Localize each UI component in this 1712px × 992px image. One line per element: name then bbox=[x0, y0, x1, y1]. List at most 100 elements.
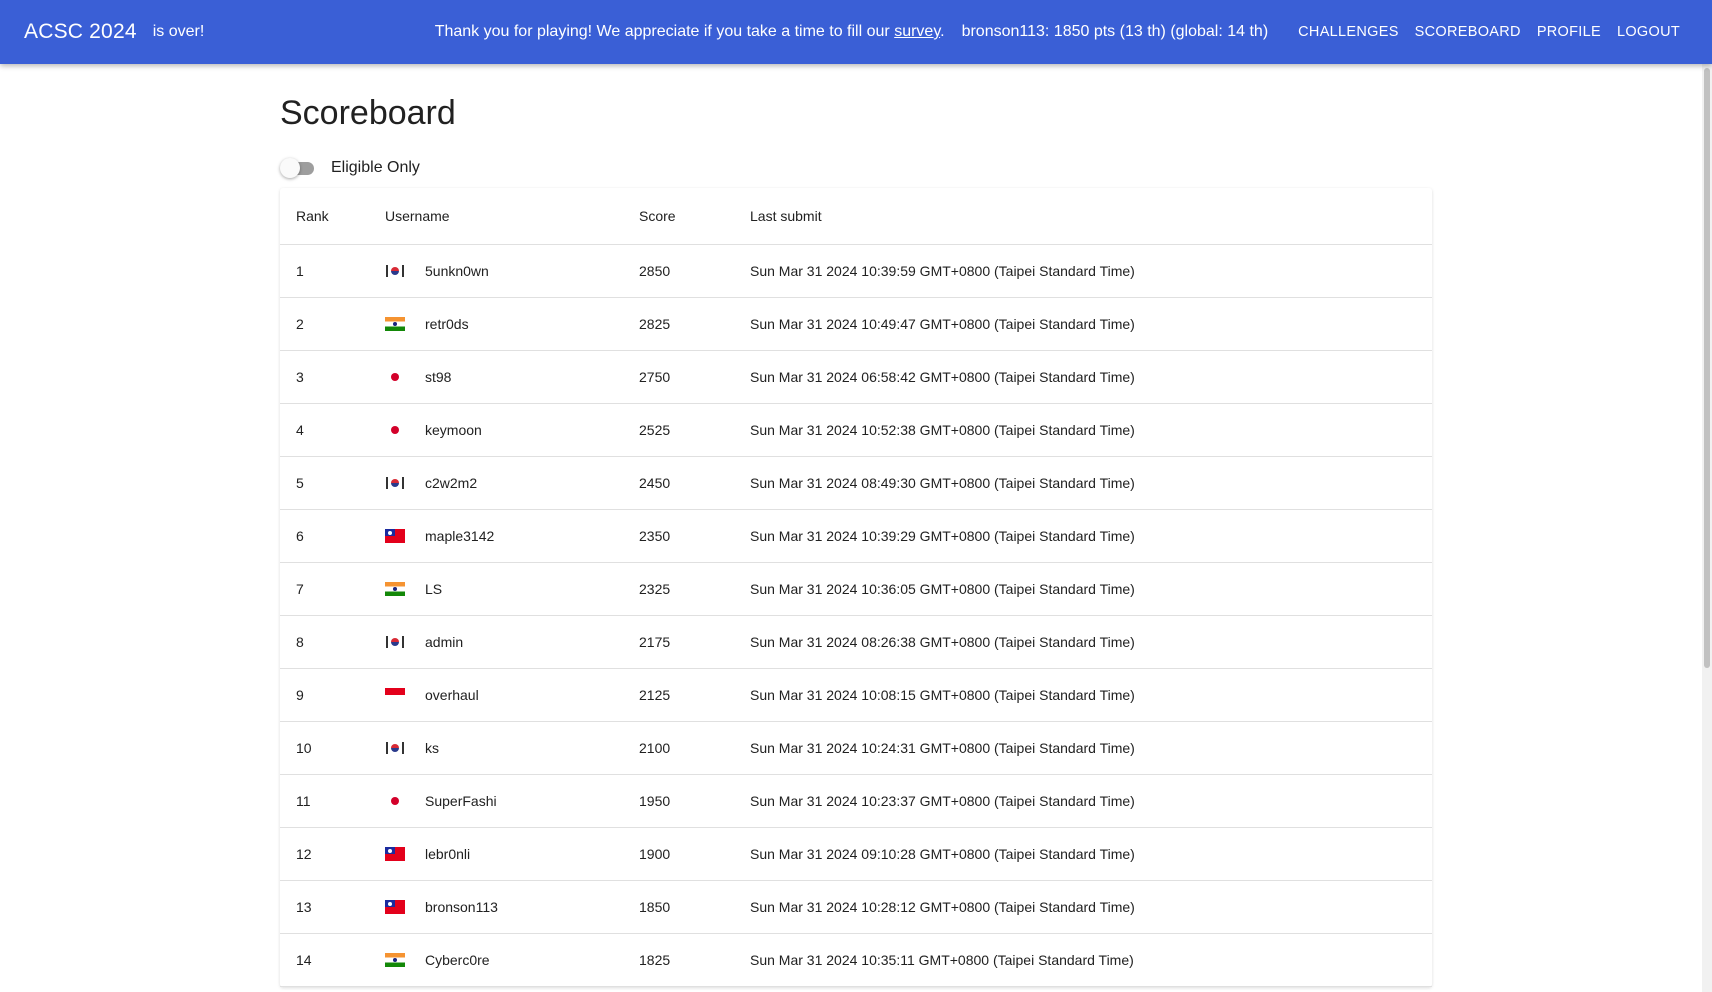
last-submit-cell: Sun Mar 31 2024 08:26:38 GMT+0800 (Taipe… bbox=[750, 634, 1135, 650]
top-nav: CHALLENGES SCOREBOARD PROFILE LOGOUT bbox=[1290, 24, 1688, 40]
nav-profile-button[interactable]: PROFILE bbox=[1529, 24, 1609, 40]
table-row: 2 retr0ds 2825 Sun Mar 31 2024 10:49:47 GMT… bbox=[280, 298, 1432, 351]
last-submit-cell: Sun Mar 31 2024 10:39:29 GMT+0800 (Taipe… bbox=[750, 528, 1135, 544]
flag-tw-icon bbox=[385, 529, 405, 543]
flag-in-icon bbox=[385, 582, 405, 596]
rank-cell: 4 bbox=[296, 422, 304, 438]
score-cell: 1825 bbox=[639, 952, 671, 968]
score-cell: 2525 bbox=[639, 422, 671, 438]
eligible-only-switch[interactable] bbox=[280, 158, 316, 178]
nav-logout-button[interactable]: LOGOUT bbox=[1609, 24, 1688, 40]
flag-in-icon bbox=[385, 953, 405, 967]
last-submit-cell: Sun Mar 31 2024 10:36:05 GMT+0800 (Taipe… bbox=[750, 581, 1135, 597]
header-score: Score bbox=[639, 208, 676, 224]
brand-title[interactable]: ACSC 2024 bbox=[24, 20, 137, 44]
header-rank: Rank bbox=[296, 208, 329, 224]
flag-kr-icon bbox=[385, 476, 405, 490]
flag-tw-icon bbox=[385, 900, 405, 914]
username: LS bbox=[425, 581, 443, 597]
table-row: 8 admin 2175 Sun Mar 31 2024 08:26:38 GMT+0… bbox=[280, 616, 1432, 669]
table-row: 1 5unkn0wn 2850 Sun Mar 31 2024 10:39:59 GM… bbox=[280, 245, 1432, 298]
score-cell: 2350 bbox=[639, 528, 671, 544]
scoreboard-table: Rank Username Score Last submit 1 5unkn0w… bbox=[280, 188, 1432, 987]
last-submit-cell: Sun Mar 31 2024 10:35:11 GMT+0800 (Taipe… bbox=[750, 952, 1134, 968]
rank-cell: 3 bbox=[296, 369, 304, 385]
user-score-status: bronson113: 1850 pts (13 th) (global: 14… bbox=[961, 23, 1269, 40]
nav-challenges-button[interactable]: CHALLENGES bbox=[1290, 24, 1407, 40]
nav-scoreboard-button[interactable]: SCOREBOARD bbox=[1407, 24, 1529, 40]
username-cell: st98 bbox=[385, 369, 639, 385]
page-scrollbar[interactable] bbox=[1702, 64, 1712, 992]
username: 5unkn0wn bbox=[425, 263, 489, 279]
switch-thumb bbox=[280, 158, 300, 178]
username-cell: keymoon bbox=[385, 422, 639, 438]
rank-cell: 7 bbox=[296, 581, 304, 597]
flag-id-icon bbox=[385, 688, 405, 702]
username: c2w2m2 bbox=[425, 475, 478, 491]
last-submit-cell: Sun Mar 31 2024 10:23:37 GMT+0800 (Taipe… bbox=[750, 793, 1135, 809]
survey-link[interactable]: survey bbox=[894, 23, 940, 40]
last-submit-cell: Sun Mar 31 2024 10:52:38 GMT+0800 (Taipe… bbox=[750, 422, 1135, 438]
username-cell: bronson113 bbox=[385, 899, 639, 915]
score-cell: 2850 bbox=[639, 263, 671, 279]
username-cell: maple3142 bbox=[385, 528, 639, 544]
table-row: 11 SuperFashi 1950 Sun Mar 31 2024 10:23:37… bbox=[280, 775, 1432, 828]
flag-kr-icon bbox=[385, 264, 405, 278]
rank-cell: 12 bbox=[296, 846, 312, 862]
username: retr0ds bbox=[425, 316, 469, 332]
eligible-only-toggle-row: Eligible Only bbox=[280, 158, 420, 178]
flag-jp-icon bbox=[385, 423, 405, 437]
flag-in-icon bbox=[385, 317, 405, 331]
score-cell: 1950 bbox=[639, 793, 671, 809]
username: SuperFashi bbox=[425, 793, 497, 809]
score-cell: 2750 bbox=[639, 369, 671, 385]
username-cell: LS bbox=[385, 581, 639, 597]
flag-jp-icon bbox=[385, 370, 405, 384]
table-row: 10 ks 2100 Sun Mar 31 2024 10:24:31 GMT+080… bbox=[280, 722, 1432, 775]
table-header-row: Rank Username Score Last submit bbox=[280, 188, 1432, 245]
contest-status: is over! bbox=[152, 23, 205, 40]
score-cell: 1900 bbox=[639, 846, 671, 862]
username-cell: c2w2m2 bbox=[385, 475, 639, 491]
table-row: 14 Cyberc0re 1825 Sun Mar 31 2024 10:35:11 … bbox=[280, 934, 1432, 987]
username: overhaul bbox=[425, 687, 479, 703]
message-period: . bbox=[940, 23, 945, 40]
rank-cell: 6 bbox=[296, 528, 304, 544]
username: admin bbox=[425, 634, 464, 650]
table-row: 4 keymoon 2525 Sun Mar 31 2024 10:52:38 GMT… bbox=[280, 404, 1432, 457]
username-cell: admin bbox=[385, 634, 639, 650]
username: keymoon bbox=[425, 422, 482, 438]
username: maple3142 bbox=[425, 528, 495, 544]
username: ks bbox=[425, 740, 439, 756]
score-cell: 2450 bbox=[639, 475, 671, 491]
score-cell: 2100 bbox=[639, 740, 671, 756]
flag-jp-icon bbox=[385, 794, 405, 808]
score-cell: 1850 bbox=[639, 899, 671, 915]
table-row: 13 bronson113 1850 Sun Mar 31 2024 10:28:12… bbox=[280, 881, 1432, 934]
app-bar: ACSC 2024 is over! Thank you for playing… bbox=[0, 0, 1712, 64]
table-row: 12 lebr0nli 1900 Sun Mar 31 2024 09:10:28 G… bbox=[280, 828, 1432, 881]
rank-cell: 10 bbox=[296, 740, 312, 756]
last-submit-cell: Sun Mar 31 2024 10:28:12 GMT+0800 (Taipe… bbox=[750, 899, 1135, 915]
username-cell: ks bbox=[385, 740, 639, 756]
username: st98 bbox=[425, 369, 452, 385]
table-row: 3 st98 2750 Sun Mar 31 2024 06:58:42 GMT+08… bbox=[280, 351, 1432, 404]
username-cell: SuperFashi bbox=[385, 793, 639, 809]
last-submit-cell: Sun Mar 31 2024 09:10:28 GMT+0800 (Taipe… bbox=[750, 846, 1135, 862]
last-submit-cell: Sun Mar 31 2024 10:08:15 GMT+0800 (Taipe… bbox=[750, 687, 1135, 703]
rank-cell: 14 bbox=[296, 952, 312, 968]
header-username: Username bbox=[385, 208, 450, 224]
table-body: 1 5unkn0wn 2850 Sun Mar 31 2024 10:39:59 GM… bbox=[280, 245, 1432, 987]
header-last-submit: Last submit bbox=[750, 208, 822, 224]
message-text: Thank you for playing! We appreciate if … bbox=[434, 23, 895, 40]
eligible-only-label[interactable]: Eligible Only bbox=[331, 159, 420, 177]
flag-kr-icon bbox=[385, 741, 405, 755]
table-row: 6 maple3142 2350 Sun Mar 31 2024 10:39:29 G… bbox=[280, 510, 1432, 563]
table-row: 5 c2w2m2 2450 Sun Mar 31 2024 08:49:30 GMT+… bbox=[280, 457, 1432, 510]
scrollbar-thumb[interactable] bbox=[1704, 68, 1710, 668]
table-row: 7 LS 2325 Sun Mar 31 2024 10:36:05 GMT+0800… bbox=[280, 563, 1432, 616]
page-title: Scoreboard bbox=[280, 94, 456, 132]
last-submit-cell: Sun Mar 31 2024 10:39:59 GMT+0800 (Taipe… bbox=[750, 263, 1135, 279]
last-submit-cell: Sun Mar 31 2024 06:58:42 GMT+0800 (Taipe… bbox=[750, 369, 1135, 385]
rank-cell: 11 bbox=[296, 793, 311, 809]
